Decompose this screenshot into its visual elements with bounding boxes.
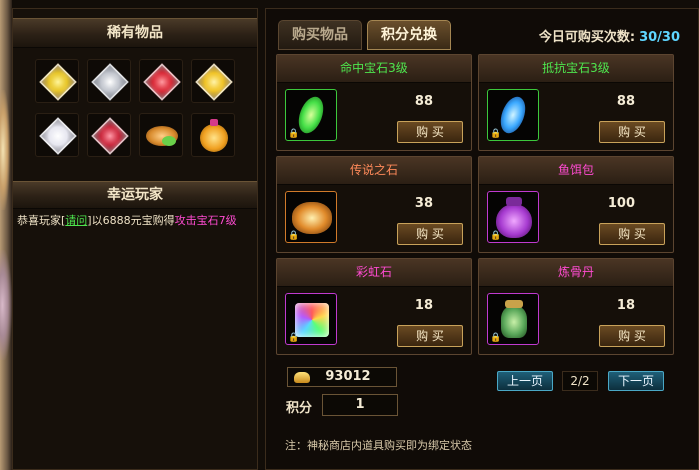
- character-dress-art: [0, 250, 12, 360]
- pumpkin-pot-icon: [200, 124, 228, 152]
- lucky-player-message: 恭喜玩家[请问]以6888元宝购得攻击宝石7级: [17, 214, 253, 227]
- rare-item-slot-8[interactable]: [191, 113, 235, 157]
- lock-icon: 🔒: [490, 129, 502, 139]
- shop-item-card-3: 传说之石 🔒 38 购 买: [276, 156, 472, 253]
- item-name: 鱼饵包: [479, 157, 673, 185]
- page-indicator: 2/2: [562, 371, 598, 391]
- bait-bag-icon: [496, 204, 532, 238]
- leaf-icon: [162, 136, 176, 146]
- item-icon-slot[interactable]: 🔒: [285, 293, 337, 345]
- lucky-player-link[interactable]: 请问: [65, 214, 87, 227]
- daily-value: 30/30: [639, 30, 680, 45]
- buy-button[interactable]: 购 买: [397, 325, 463, 347]
- rare-item-slot-5[interactable]: [35, 113, 79, 157]
- lock-icon: 🔒: [490, 231, 502, 241]
- crimson-gem-icon: [91, 117, 129, 155]
- tab-points-exchange[interactable]: 积分兑换: [367, 20, 451, 50]
- tab-buy-items[interactable]: 购买物品: [278, 20, 362, 50]
- yellow-gem-icon: [39, 63, 77, 101]
- jar-lid-icon: [505, 300, 523, 308]
- rainbow-stone-icon: [295, 303, 329, 337]
- shop-item-card-5: 彩虹石 🔒 18 购 买: [276, 258, 472, 355]
- item-price: 38: [414, 196, 433, 211]
- lock-icon: 🔒: [288, 129, 300, 139]
- daily-purchase-count: 今日可购买次数: 30/30: [539, 26, 680, 45]
- item-price: 100: [607, 196, 635, 211]
- prev-page-button[interactable]: 上一页: [497, 371, 553, 391]
- legend-stone-icon: [292, 202, 332, 234]
- item-icon-slot[interactable]: 🔒: [285, 191, 337, 243]
- lock-icon: 🔒: [490, 333, 502, 343]
- item-price: 18: [616, 298, 635, 313]
- rare-item-slot-7[interactable]: [139, 113, 183, 157]
- item-name: 炼骨丹: [479, 259, 673, 287]
- item-price: 88: [414, 94, 433, 109]
- gold-gem-icon: [195, 63, 233, 101]
- character-art-edge: [0, 0, 12, 470]
- gold-value: 93012: [325, 369, 371, 384]
- daily-label: 今日可购买次数:: [538, 30, 636, 45]
- lucky-item-name: 攻击宝石7级: [174, 214, 237, 227]
- bag-tie-icon: [506, 197, 522, 206]
- binding-note: 注：神秘商店内道具购买即为绑定状态: [285, 439, 472, 452]
- item-name: 传说之石: [277, 157, 471, 185]
- lock-icon: 🔒: [288, 333, 300, 343]
- item-icon-slot[interactable]: 🔒: [487, 191, 539, 243]
- gold-balance: 93012: [287, 367, 397, 387]
- pot-lid-icon: [210, 119, 218, 126]
- buy-button[interactable]: 购 买: [599, 223, 665, 245]
- lucky-prefix: 恭喜玩家[: [17, 214, 66, 227]
- rare-item-slot-3[interactable]: [139, 59, 183, 103]
- item-icon-slot[interactable]: 🔒: [487, 293, 539, 345]
- item-icon-slot[interactable]: 🔒: [487, 89, 539, 141]
- shop-item-card-6: 炼骨丹 🔒 18 购 买: [478, 258, 674, 355]
- item-icon-slot[interactable]: 🔒: [285, 89, 337, 141]
- lucky-middle: ]以6888元宝购得: [87, 214, 175, 227]
- white-gem-icon: [39, 117, 77, 155]
- rare-item-slot-6[interactable]: [87, 113, 131, 157]
- silver-gem-icon: [91, 63, 129, 101]
- lock-icon: 🔒: [288, 231, 300, 241]
- bone-pill-jar-icon: [501, 306, 527, 338]
- item-name: 抵抗宝石3级: [479, 55, 673, 83]
- shop-item-card-4: 鱼饵包 🔒 100 购 买: [478, 156, 674, 253]
- item-price: 18: [414, 298, 433, 313]
- rare-item-slot-1[interactable]: [35, 59, 79, 103]
- shop-item-card-1: 命中宝石3级 🔒 88 购 买: [276, 54, 472, 151]
- rare-item-slot-2[interactable]: [87, 59, 131, 103]
- shop-item-card-2: 抵抗宝石3级 🔒 88 购 买: [478, 54, 674, 151]
- next-page-button[interactable]: 下一页: [608, 371, 664, 391]
- buy-button[interactable]: 购 买: [397, 121, 463, 143]
- score-value: 1: [322, 394, 398, 416]
- buy-button[interactable]: 购 买: [599, 325, 665, 347]
- rare-item-slot-4[interactable]: [191, 59, 235, 103]
- item-name: 命中宝石3级: [277, 55, 471, 83]
- buy-button[interactable]: 购 买: [397, 223, 463, 245]
- character-hair-art: [0, 90, 10, 210]
- lucky-player-title: 幸运玩家: [13, 181, 257, 209]
- item-name: 彩虹石: [277, 259, 471, 287]
- score-label: 积分: [286, 401, 313, 416]
- rare-items-title: 稀有物品: [13, 18, 257, 48]
- buy-button[interactable]: 购 买: [599, 121, 665, 143]
- rare-items-panel: 稀有物品 幸运玩家 恭喜玩家[请问]以6888元宝购得攻击宝石7级: [12, 8, 258, 470]
- item-price: 88: [616, 94, 635, 109]
- red-gem-icon: [143, 63, 181, 101]
